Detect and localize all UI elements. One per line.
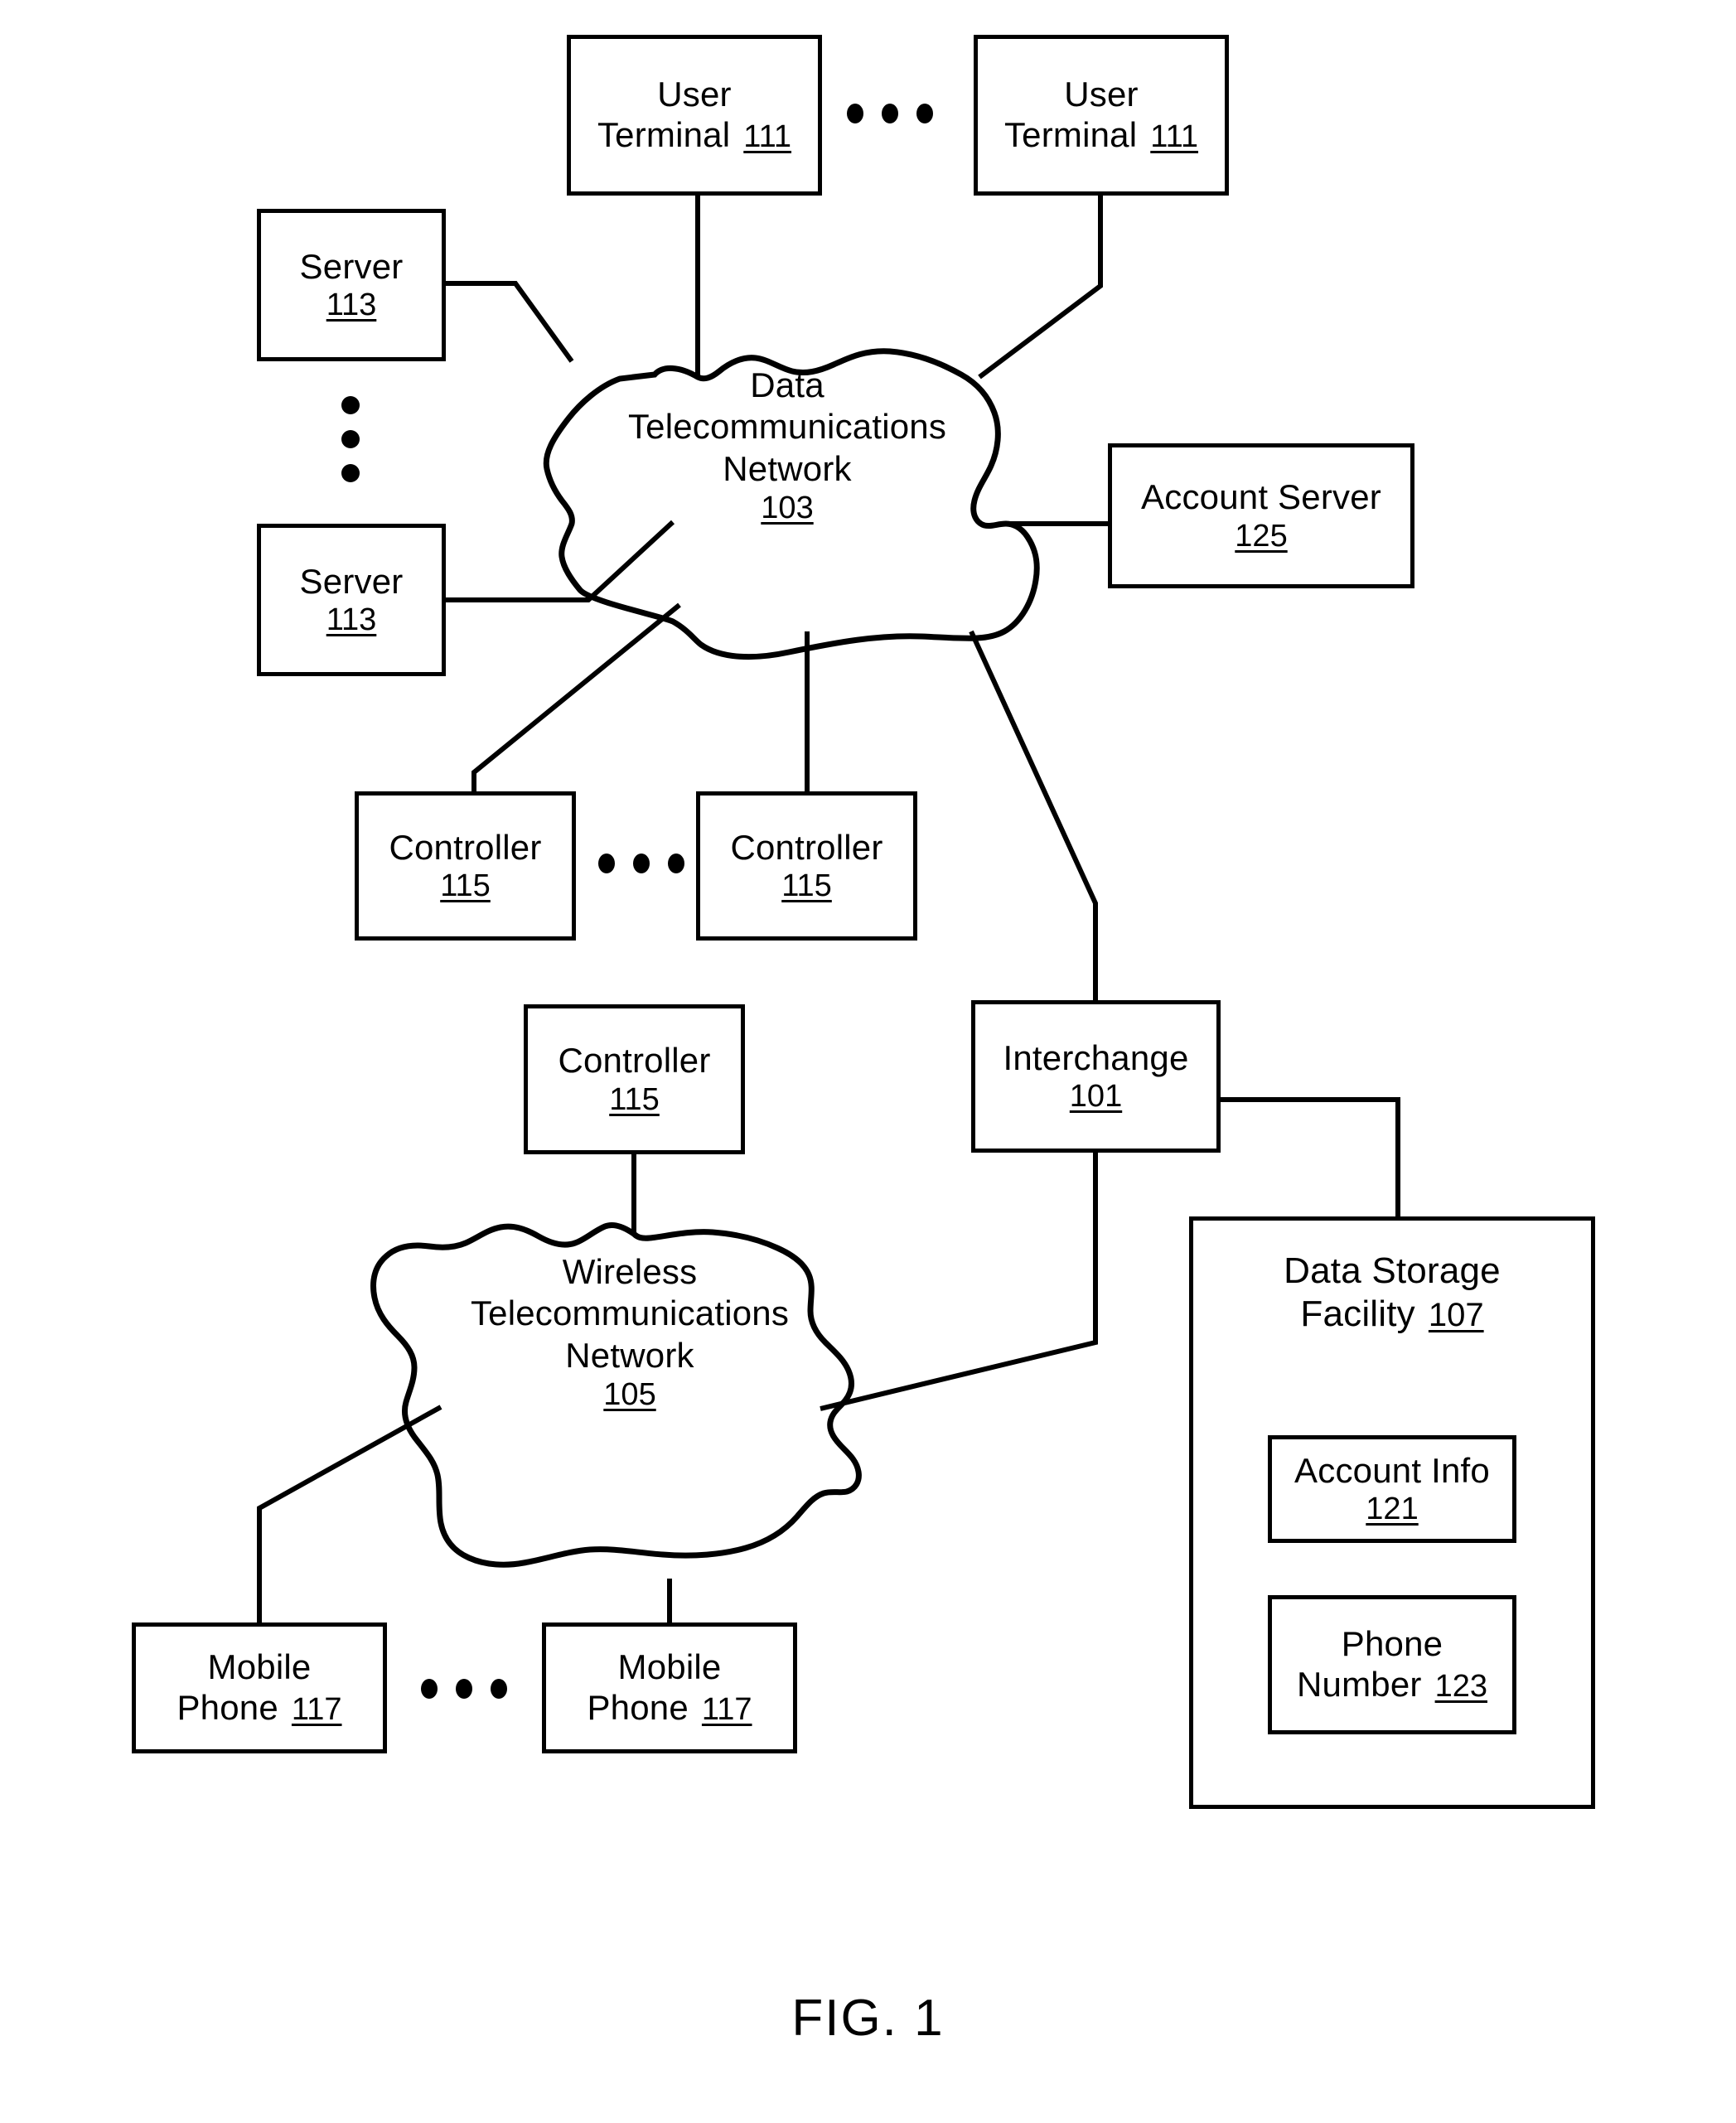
node-mobile-phone-right[interactable]: Mobile Phone 117	[542, 1622, 797, 1753]
mobile-phone-left-line2: Phone	[177, 1688, 278, 1727]
phone-number-ref: 123	[1434, 1669, 1487, 1704]
user-terminal-right-ref: 111	[1150, 119, 1199, 154]
account-server-ref: 125	[1235, 518, 1288, 554]
user-terminal-left-ref: 111	[743, 119, 792, 154]
server-bottom-label: Server	[299, 561, 404, 601]
data-network-cloud-outline	[543, 348, 1040, 660]
mobile-phone-left-line1: Mobile	[207, 1647, 312, 1687]
controller-right-label: Controller	[730, 827, 883, 867]
node-controller-wireless[interactable]: Controller 115	[524, 1004, 745, 1154]
data-storage-facility-line2: Facility	[1300, 1293, 1415, 1334]
link-interchange-to-wireless-network	[820, 1153, 1098, 1411]
ellipsis-between-servers	[341, 396, 360, 482]
mobile-phone-right-ref: 117	[701, 1692, 752, 1727]
interchange-ref: 101	[1069, 1079, 1123, 1115]
account-info-label: Account Info	[1294, 1450, 1490, 1490]
account-info-ref: 121	[1366, 1492, 1419, 1527]
node-account-server[interactable]: Account Server 125	[1108, 443, 1414, 588]
figure-caption: FIG. 1	[791, 1990, 945, 2047]
patent-figure: User Terminal 111 User Terminal 111 Serv…	[0, 0, 1736, 2123]
user-terminal-right-line1: User	[1064, 75, 1139, 114]
node-user-terminal-right[interactable]: User Terminal 111	[974, 35, 1229, 196]
data-storage-facility-label: Data Storage Facility 107	[1189, 1250, 1595, 1336]
node-mobile-phone-left[interactable]: Mobile Phone 117	[132, 1622, 387, 1753]
controller-left-ref: 115	[440, 868, 491, 904]
mobile-phone-right-line2: Phone	[587, 1688, 689, 1727]
mobile-phone-right-line1: Mobile	[617, 1647, 722, 1687]
phone-number-line1: Phone	[1341, 1624, 1443, 1664]
phone-number-line2: Number	[1297, 1665, 1422, 1704]
ellipsis-between-user-terminals	[847, 104, 933, 123]
link-server-bottom-to-network	[446, 520, 675, 602]
server-top-label: Server	[299, 246, 404, 286]
user-terminal-left-line1: User	[657, 75, 732, 114]
node-interchange[interactable]: Interchange 101	[971, 1000, 1221, 1153]
link-user-terminal-right-to-network	[978, 196, 1103, 380]
link-network-to-interchange	[969, 630, 1098, 1000]
account-server-label: Account Server	[1141, 477, 1381, 517]
link-server-top-to-network	[446, 281, 574, 363]
server-top-ref: 113	[326, 288, 377, 323]
link-network-to-controller-left	[471, 602, 681, 791]
node-account-info[interactable]: Account Info 121	[1268, 1435, 1516, 1543]
user-terminal-right-line2: Terminal	[1003, 115, 1138, 154]
link-interchange-to-data-storage	[1221, 1097, 1400, 1216]
controller-wireless-label: Controller	[558, 1041, 711, 1081]
ellipsis-between-controllers	[598, 854, 684, 873]
data-storage-facility-line1: Data Storage	[1284, 1250, 1501, 1291]
data-storage-facility-ref: 107	[1428, 1296, 1484, 1333]
node-controller-left[interactable]: Controller 115	[355, 791, 576, 941]
node-user-terminal-left[interactable]: User Terminal 111	[567, 35, 822, 196]
node-server-top[interactable]: Server 113	[257, 209, 446, 361]
interchange-label: Interchange	[1003, 1037, 1189, 1077]
controller-right-ref: 115	[781, 868, 832, 904]
server-bottom-ref: 113	[326, 602, 377, 638]
user-terminal-left-line2: Terminal	[597, 115, 731, 154]
wireless-network-cloud-outline	[370, 1221, 862, 1568]
node-phone-number[interactable]: Phone Number 123	[1268, 1595, 1516, 1734]
node-controller-right[interactable]: Controller 115	[696, 791, 917, 941]
node-server-bottom[interactable]: Server 113	[257, 524, 446, 676]
ellipsis-between-mobile-phones	[421, 1679, 507, 1699]
controller-left-label: Controller	[389, 827, 542, 867]
mobile-phone-left-ref: 117	[291, 1692, 342, 1727]
controller-wireless-ref: 115	[609, 1081, 660, 1117]
